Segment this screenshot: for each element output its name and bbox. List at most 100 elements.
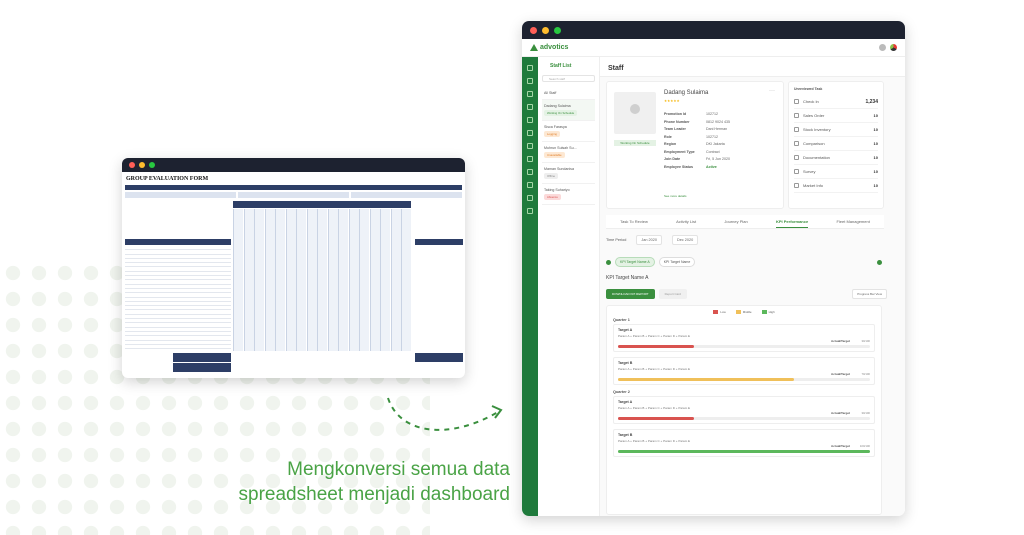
- task-icon: [794, 99, 799, 104]
- sheet-footer: [125, 353, 463, 373]
- spreadsheet: GROUP EVALUATION FORM: [122, 172, 465, 372]
- evaluator-column: [306, 209, 317, 351]
- staff-list-item[interactable]: Sisca Farasya Logging: [542, 121, 595, 142]
- minimize-dot-icon[interactable]: [542, 26, 549, 34]
- staff-list-item[interactable]: All Staff: [542, 87, 595, 100]
- prev-arrow-icon[interactable]: [606, 259, 611, 265]
- target-card[interactable]: Target B Param A + Param B + Param C + Pa…: [613, 429, 875, 458]
- staff-list-item[interactable]: Maman Sundanisa Offline: [542, 163, 595, 184]
- nav-staff-icon[interactable]: [527, 91, 533, 97]
- avatar[interactable]: [879, 44, 886, 51]
- tab-journey-plan[interactable]: Journey Plan: [724, 215, 747, 228]
- task-count: 10: [873, 155, 878, 160]
- target-card[interactable]: Target A Param A + Param B + Param C + Pa…: [613, 396, 875, 425]
- staff-list-item[interactable]: Dadang Sulaima Working On Schedule: [542, 100, 595, 121]
- staff-list-item[interactable]: Taking Suhariyo Absence: [542, 184, 595, 205]
- nav-grid-icon[interactable]: [527, 78, 533, 84]
- evaluator-column: [327, 209, 338, 351]
- evaluator-columns: [233, 201, 411, 351]
- task-label: Check In: [803, 99, 819, 104]
- unreviewed-item[interactable]: Comparison 10: [794, 137, 878, 151]
- staff-name: All Staff: [544, 91, 557, 95]
- unreviewed-item[interactable]: Sales Order 10: [794, 109, 878, 123]
- see-more-link[interactable]: See more details: [664, 194, 687, 198]
- unreviewed-task-card: Unreviewed Task Check In 1,234 Sales Order…: [788, 81, 884, 209]
- more-options-icon[interactable]: ···: [769, 88, 775, 94]
- unreviewed-item[interactable]: Documentation 10: [794, 151, 878, 165]
- target-actual-label: Actual/Target: [831, 339, 850, 344]
- detail-key: Promotion Id: [664, 112, 687, 116]
- nav-chart-icon[interactable]: [527, 104, 533, 110]
- app-header: advotics: [522, 39, 905, 57]
- profile-name: Dadang Sulaima: [664, 90, 709, 96]
- nav-list-icon[interactable]: [527, 117, 533, 123]
- sheet-title: GROUP EVALUATION FORM: [126, 176, 209, 182]
- kpi-progress-panel: Low Middle High Quarter 1 Target A Param A +…: [606, 305, 882, 515]
- unreviewed-list: Check In 1,234 Sales Order 10 Stock Inventor…: [794, 95, 878, 193]
- legend-swatch: [713, 310, 719, 315]
- task-icon: [794, 155, 799, 160]
- nav-box-icon[interactable]: [527, 143, 533, 149]
- page-title: Staff: [600, 57, 905, 77]
- nav-settings-icon[interactable]: [527, 182, 533, 188]
- tab-activity-list[interactable]: Activity List: [676, 215, 696, 228]
- download-kpi-button[interactable]: DOWNLOAD KPI REPORT: [606, 289, 655, 299]
- task-label: Market Info: [803, 183, 824, 188]
- staff-search-input[interactable]: Search staff: [542, 75, 595, 82]
- status-badge: Absence: [544, 194, 561, 200]
- detail-key: Region: [664, 142, 677, 146]
- detail-value: Fri, 5 Jun 2020: [706, 157, 730, 161]
- kpi-chip-b[interactable]: KPI Target Name: [658, 257, 696, 267]
- kpi-chip-a[interactable]: KPI Target Name A: [615, 257, 655, 267]
- target-actual-label: Actual/Target: [831, 372, 850, 377]
- dashboard-window: advotics Staff List Search staff All Sta…: [522, 21, 905, 516]
- target-card[interactable]: Target B Param A + Param B + Param C + Pa…: [613, 357, 875, 386]
- nav-home-icon[interactable]: [527, 65, 533, 71]
- period-from-select[interactable]: Jan 2020: [636, 235, 662, 245]
- target-value: 100/100: [859, 444, 870, 449]
- status-badge: Logging: [544, 131, 560, 137]
- detail-key: Join Date: [664, 157, 681, 161]
- unreviewed-item[interactable]: Check In 1,234: [794, 95, 878, 109]
- legend-swatch: [735, 310, 741, 315]
- unreviewed-item[interactable]: Stock Inventory 10: [794, 123, 878, 137]
- period-to-select[interactable]: Dec 2020: [671, 235, 699, 245]
- header-user[interactable]: [879, 44, 897, 51]
- profile-detail-row: Promotion Id 102712: [664, 112, 774, 120]
- close-dot-icon[interactable]: [530, 26, 537, 34]
- next-arrow-icon[interactable]: [877, 259, 882, 265]
- nav-help-icon[interactable]: [527, 208, 533, 214]
- progress-fill: [618, 417, 694, 421]
- nav-map-icon[interactable]: [527, 130, 533, 136]
- unreviewed-item[interactable]: Market Info 10: [794, 179, 878, 193]
- window-titlebar: [522, 21, 905, 39]
- unreviewed-item[interactable]: Survey 10: [794, 165, 878, 179]
- tab-fleet-management[interactable]: Fleet Management: [836, 215, 869, 228]
- nav-calendar-icon[interactable]: [527, 156, 533, 162]
- sheet-info-cell: [351, 192, 462, 198]
- detail-value: Contract: [706, 149, 720, 154]
- view-select[interactable]: Progress Bar View: [852, 289, 887, 299]
- target-value: 30/100: [861, 339, 870, 344]
- close-dot-icon: [129, 162, 135, 168]
- staff-list-item[interactable]: Muhrun Sulsah Su... Unavailable: [542, 142, 595, 163]
- evaluator-column: [359, 209, 369, 351]
- window-titlebar: [122, 158, 465, 172]
- target-card[interactable]: Target A Param A + Param B + Param C + Pa…: [613, 324, 875, 353]
- tab-kpi-performance[interactable]: KPI Performance: [775, 215, 809, 228]
- profile-details: Promotion Id 102712 Phone Number 0812 9024 …: [664, 112, 774, 172]
- task-icon: [794, 141, 799, 146]
- nav-user-icon[interactable]: [527, 195, 533, 201]
- time-period: Time Period Jan 2020 Dec 2020: [606, 235, 699, 245]
- maximize-dot-icon[interactable]: [554, 26, 561, 34]
- evaluator-column: [380, 209, 390, 351]
- profile-detail-row: Employee Status Active: [664, 165, 774, 173]
- tab-task-to-review[interactable]: Task To Review: [620, 215, 648, 228]
- nav-report-icon[interactable]: [527, 169, 533, 175]
- profile-detail-row: Team Leader Dani Herman: [664, 127, 774, 135]
- evaluator-column: [317, 209, 327, 351]
- progress-fill: [618, 345, 694, 349]
- report-card-button[interactable]: Report Card: [658, 289, 687, 299]
- evaluator-column: [338, 209, 348, 351]
- target-params: Param A + Param B + Param C + Param D + …: [618, 367, 691, 372]
